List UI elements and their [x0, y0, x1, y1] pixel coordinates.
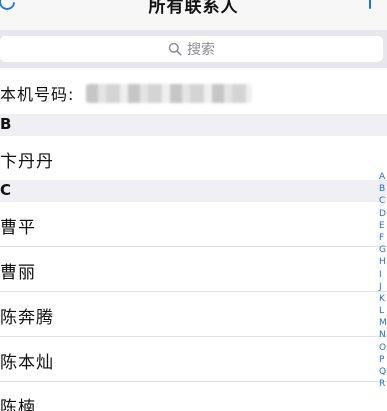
- plus-icon[interactable]: [359, 0, 381, 10]
- index-letter[interactable]: R: [379, 378, 387, 390]
- contact-name: 陈楠: [0, 398, 36, 411]
- alphabet-index-bar[interactable]: ABCDEFGHIJKLMNOPQR: [379, 171, 387, 390]
- search-icon: [168, 42, 182, 56]
- page-title: 所有联系人: [148, 0, 239, 17]
- index-letter[interactable]: F: [379, 232, 387, 244]
- contact-row[interactable]: 曹丽: [0, 247, 387, 291]
- contact-name: 陈本灿: [0, 353, 54, 373]
- index-letter[interactable]: N: [379, 329, 387, 341]
- index-letter[interactable]: P: [379, 354, 387, 366]
- contact-name: 曹丽: [0, 263, 36, 283]
- contacts-screen: 所有联系人 搜索 本机号码: B 卞丹丹 C 曹平 曹丽 陈奔腾 陈本灿 陈楠 …: [0, 0, 387, 411]
- index-letter[interactable]: H: [379, 256, 387, 268]
- search-bar: 搜索: [0, 30, 387, 68]
- section-header-c: C: [0, 180, 387, 202]
- contact-row[interactable]: 卞丹丹: [0, 136, 387, 180]
- index-letter[interactable]: E: [379, 220, 387, 232]
- contact-row[interactable]: 陈奔腾: [0, 292, 387, 336]
- index-letter[interactable]: O: [379, 342, 387, 354]
- search-input[interactable]: 搜索: [0, 36, 383, 62]
- search-placeholder-group: 搜索: [0, 36, 383, 62]
- contact-name: 陈奔腾: [0, 308, 54, 328]
- index-letter[interactable]: G: [379, 244, 387, 256]
- section-letter: C: [0, 181, 12, 199]
- index-letter[interactable]: C: [379, 195, 387, 207]
- contact-name: 曹平: [0, 218, 36, 238]
- index-letter[interactable]: K: [379, 293, 387, 305]
- contact-row[interactable]: 陈楠: [0, 382, 387, 411]
- index-letter[interactable]: A: [379, 171, 387, 183]
- index-letter[interactable]: I: [379, 269, 387, 281]
- contact-row[interactable]: 陈本灿: [0, 337, 387, 381]
- section-letter: B: [0, 115, 12, 133]
- my-number-label: 本机号码:: [0, 85, 75, 104]
- section-header-b: B: [0, 114, 387, 136]
- search-placeholder: 搜索: [187, 42, 215, 58]
- index-letter[interactable]: B: [379, 183, 387, 195]
- index-letter[interactable]: D: [379, 208, 387, 220]
- contact-name: 卞丹丹: [0, 152, 54, 172]
- redacted-phone-number: [86, 84, 252, 103]
- index-letter[interactable]: J: [379, 281, 387, 293]
- my-number-row: 本机号码:: [0, 72, 387, 114]
- index-letter[interactable]: M: [379, 317, 387, 329]
- index-letter[interactable]: Q: [379, 366, 387, 378]
- index-letter[interactable]: L: [379, 305, 387, 317]
- navigation-bar: 所有联系人: [0, 0, 387, 30]
- contact-row[interactable]: 曹平: [0, 202, 387, 246]
